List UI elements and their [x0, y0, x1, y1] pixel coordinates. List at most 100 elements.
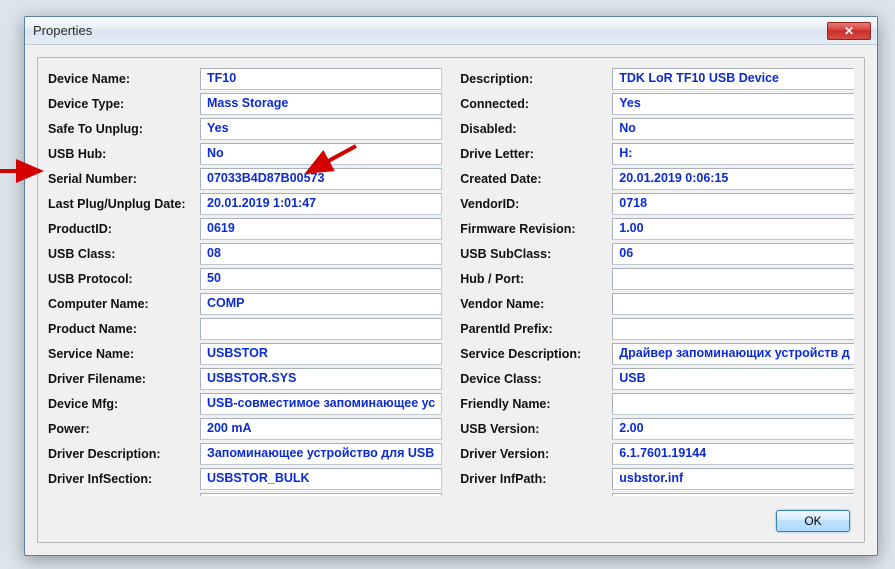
property-label: USB Version: [460, 422, 612, 436]
property-row: Device Name:TF10 [48, 68, 442, 90]
property-label: Connected: [460, 97, 612, 111]
property-row: Created Date:20.01.2019 0:06:15 [460, 168, 854, 190]
property-row: USB Hub:No [48, 143, 442, 165]
property-value[interactable] [612, 293, 854, 315]
property-label: Device Type: [48, 97, 200, 111]
property-row: Connected:Yes [460, 93, 854, 115]
property-label: Product Name: [48, 322, 200, 336]
property-label: Device Mfg: [48, 397, 200, 411]
property-row: USB Class:08 [48, 243, 442, 265]
property-value[interactable]: Запоминающее устройство для USB [200, 443, 442, 465]
property-value[interactable] [612, 393, 854, 415]
property-value[interactable]: COMP [200, 293, 442, 315]
property-row: Serial Number:07033B4D87B00573 [48, 168, 442, 190]
property-label: Driver Version: [460, 447, 612, 461]
property-value[interactable]: 06 [612, 243, 854, 265]
property-value[interactable]: USB-совместимое запоминающее ус [200, 393, 442, 415]
ok-button[interactable]: OK [776, 510, 850, 532]
property-row: USB SubClass:06 [460, 243, 854, 265]
property-label: Computer Name: [48, 297, 200, 311]
property-value[interactable]: 20.01.2019 1:01:47 [200, 193, 442, 215]
property-value[interactable]: No [612, 118, 854, 140]
window-title: Properties [33, 23, 827, 38]
property-label: Serial Number: [48, 172, 200, 186]
property-row: Power:200 mA [48, 418, 442, 440]
property-value[interactable]: USBSTOR_BULK [200, 468, 442, 490]
property-label: Firmware Revision: [460, 222, 612, 236]
right-column: Description:TDK LoR TF10 USB Device Conne… [460, 68, 854, 496]
property-label: Drive Letter: [460, 147, 612, 161]
left-column: Device Name:TF10Device Type:Mass Storage… [48, 68, 442, 496]
close-button[interactable]: ✕ [827, 22, 871, 40]
property-value[interactable]: USB\VID_0718&PID_0619\07033B4D8 [200, 493, 442, 496]
property-value[interactable]: 200 mA [200, 418, 442, 440]
property-value[interactable]: USBSTOR [200, 343, 442, 365]
property-label: Last Plug/Unplug Date: [48, 197, 200, 211]
property-value[interactable]: 6.1.7601.19144 [612, 443, 854, 465]
property-row: Firmware Revision:1.00 [460, 218, 854, 240]
property-value[interactable]: TF10 [200, 68, 442, 90]
property-label: Disabled: [460, 122, 612, 136]
property-row: Safe To Unplug:Yes [48, 118, 442, 140]
content-panel: Device Name:TF10Device Type:Mass Storage… [37, 57, 865, 543]
property-row: Driver Version:6.1.7601.19144 [460, 443, 854, 465]
property-label: Created Date: [460, 172, 612, 186]
property-row: ProductID:0619 [48, 218, 442, 240]
property-row: Description:TDK LoR TF10 USB Device [460, 68, 854, 90]
property-row: Last Plug/Unplug Date:20.01.2019 1:01:47 [48, 193, 442, 215]
property-value[interactable]: 2.00 [612, 418, 854, 440]
property-value[interactable]: 0619 [200, 218, 442, 240]
property-row: Service Description:Драйвер запоминающих… [460, 343, 854, 365]
property-row: Instance ID:USB\VID_0718&PID_0619\07033B… [48, 493, 442, 496]
property-label: Safe To Unplug: [48, 122, 200, 136]
property-label: Driver InfPath: [460, 472, 612, 486]
property-value[interactable]: No [200, 143, 442, 165]
property-label: Hub / Port: [460, 272, 612, 286]
titlebar[interactable]: Properties ✕ [25, 17, 877, 45]
property-value[interactable]: Yes [200, 118, 442, 140]
property-row: Friendly Name: [460, 393, 854, 415]
property-value[interactable]: usbstor.inf [612, 468, 854, 490]
property-row: VendorID:0718 [460, 193, 854, 215]
property-value[interactable]: 0718 [612, 193, 854, 215]
property-row: Hub / Port: [460, 268, 854, 290]
property-label: Power: [48, 422, 200, 436]
property-value[interactable] [612, 318, 854, 340]
property-label: Driver Description: [48, 447, 200, 461]
property-value[interactable]: 07033B4D87B00573 [200, 168, 442, 190]
property-label: VendorID: [460, 197, 612, 211]
property-label: Device Name: [48, 72, 200, 86]
property-value[interactable]: 20.01.2019 0:06:15 [612, 168, 854, 190]
property-value[interactable]: USBSTOR.SYS [200, 368, 442, 390]
property-value[interactable]: Yes [612, 93, 854, 115]
property-label: Service Name: [48, 347, 200, 361]
property-value[interactable]: USB [612, 368, 854, 390]
property-value[interactable]: TDK LoR TF10 USB Device [612, 68, 854, 90]
property-row: Device Mfg:USB-совместимое запоминающее … [48, 393, 442, 415]
property-row: Driver Description:Запоминающее устройст… [48, 443, 442, 465]
footer: OK [776, 510, 850, 532]
property-row: USB Protocol:50 [48, 268, 442, 290]
property-label: Friendly Name: [460, 397, 612, 411]
property-label: ProductID: [48, 222, 200, 236]
property-value[interactable]: 1.00 [612, 218, 854, 240]
property-value[interactable] [200, 318, 442, 340]
close-icon: ✕ [844, 25, 854, 37]
property-label: Driver InfSection: [48, 472, 200, 486]
property-value[interactable]: H: [612, 143, 854, 165]
property-row: Device Type:Mass Storage [48, 93, 442, 115]
properties-window: Properties ✕ Device Name:TF10Device Type… [24, 16, 878, 556]
property-row: Driver InfPath:usbstor.inf [460, 468, 854, 490]
property-row: ParentId Prefix: [460, 318, 854, 340]
property-value[interactable] [612, 268, 854, 290]
property-value[interactable]: 50 [200, 268, 442, 290]
property-value[interactable]: Removable, UniqueID, RawDeviceOK, [612, 493, 854, 496]
property-row: Driver Filename:USBSTOR.SYS [48, 368, 442, 390]
property-label: Vendor Name: [460, 297, 612, 311]
property-label: Service Description: [460, 347, 612, 361]
property-value[interactable]: Драйвер запоминающих устройств д [612, 343, 854, 365]
property-row: Service Name:USBSTOR [48, 343, 442, 365]
property-value[interactable]: 08 [200, 243, 442, 265]
property-value[interactable]: Mass Storage [200, 93, 442, 115]
property-row: Computer Name:COMP [48, 293, 442, 315]
